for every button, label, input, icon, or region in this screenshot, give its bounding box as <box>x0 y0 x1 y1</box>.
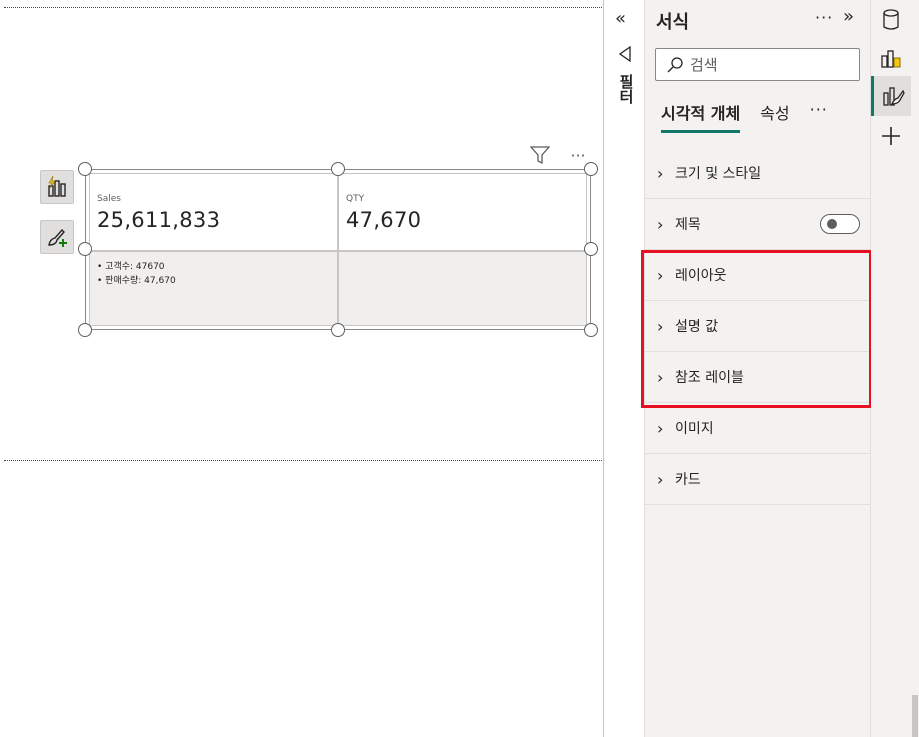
report-editor: ··· Sales 25,611,833 QTY 47,670 • 고객수: 4… <box>0 0 919 737</box>
format-tabs: 시각적 개체 속성 ··· <box>661 100 828 133</box>
filter-icon[interactable] <box>528 144 552 166</box>
resize-handle-bottom-right[interactable] <box>584 323 598 337</box>
resize-handle-top-right[interactable] <box>584 162 598 176</box>
section-callout-values[interactable]: › 설명 값 <box>645 301 870 352</box>
multi-row-card-visual[interactable]: Sales 25,611,833 QTY 47,670 • 고객수: 47670… <box>85 169 591 330</box>
resize-handle-left[interactable] <box>78 242 92 256</box>
card-cell-qty: QTY 47,670 <box>338 173 587 251</box>
search-input[interactable] <box>690 55 850 74</box>
page-boundary-top <box>4 7 602 8</box>
toggle-knob <box>827 219 837 229</box>
chevron-right-icon: › <box>657 469 664 489</box>
resize-handle-bottom-left[interactable] <box>78 323 92 337</box>
card-reference-area-empty <box>338 251 587 326</box>
brush-add-icon <box>48 228 67 247</box>
card-cell-sales: Sales 25,611,833 <box>89 173 338 251</box>
reference-label: • 고객수: 47670 <box>97 262 165 272</box>
resize-handle-top-left[interactable] <box>78 162 92 176</box>
reference-label: • 판매수량: 47,670 <box>97 276 176 286</box>
tab-general[interactable]: 속성 <box>760 100 789 130</box>
chevron-right-icon: › <box>657 163 664 183</box>
chevron-right-icon: › <box>657 214 664 234</box>
scrollbar[interactable] <box>911 0 919 737</box>
scrollbar-thumb[interactable] <box>912 695 918 737</box>
add-icon[interactable] <box>871 116 911 156</box>
page-boundary-bottom <box>4 460 602 461</box>
search-icon <box>667 56 683 72</box>
tab-visual[interactable]: 시각적 개체 <box>661 100 741 133</box>
section-image[interactable]: › 이미지 <box>645 403 870 454</box>
section-reference-labels[interactable]: › 참조 레이블 <box>645 352 870 403</box>
data-icon[interactable] <box>871 0 911 40</box>
card-label: QTY <box>346 194 365 204</box>
lightning-chart-icon <box>48 175 66 197</box>
format-visual-icon[interactable] <box>871 76 911 116</box>
section-label: 제목 <box>675 217 701 233</box>
pane-switcher <box>871 0 911 737</box>
format-pane: 서식 ··· » 시각적 개체 속성 ··· › 크기 및 스타일 › 제목 <box>645 0 871 737</box>
search-box[interactable] <box>655 48 860 81</box>
filter-icon <box>618 45 632 66</box>
chevron-right-icon: › <box>657 367 664 387</box>
card-grid: Sales 25,611,833 QTY 47,670 • 고객수: 47670… <box>89 173 587 326</box>
section-label: 크기 및 스타일 <box>675 166 762 182</box>
card-reference-area: • 고객수: 47670 • 판매수량: 47,670 <box>89 251 338 326</box>
tabs-more-icon[interactable]: ··· <box>810 100 828 119</box>
title-toggle[interactable] <box>820 214 860 234</box>
format-sections: › 크기 및 스타일 › 제목 › 레이아웃 › 설명 값 › 참조 레이블 › <box>645 148 870 505</box>
section-label: 레이아웃 <box>675 268 727 284</box>
filters-label[interactable]: 필터 <box>616 74 637 104</box>
report-canvas[interactable]: ··· Sales 25,611,833 QTY 47,670 • 고객수: 4… <box>0 0 604 737</box>
section-cards[interactable]: › 카드 <box>645 454 870 505</box>
expand-filters-icon[interactable]: « <box>615 8 626 29</box>
section-label: 참조 레이블 <box>675 370 744 386</box>
section-title[interactable]: › 제목 <box>645 199 870 250</box>
section-label: 설명 값 <box>675 319 719 335</box>
resize-handle-right[interactable] <box>584 242 598 256</box>
chevron-right-icon: › <box>657 418 664 438</box>
resize-handle-bottom[interactable] <box>331 323 345 337</box>
section-label: 카드 <box>675 472 701 488</box>
chevron-right-icon: › <box>657 265 664 285</box>
section-label: 이미지 <box>675 421 714 437</box>
pane-title: 서식 <box>656 12 690 33</box>
more-options-icon[interactable]: ··· <box>815 8 833 27</box>
section-size-style[interactable]: › 크기 및 스타일 <box>645 148 870 199</box>
section-layout[interactable]: › 레이아웃 <box>645 250 870 301</box>
chevron-right-icon: › <box>657 316 664 336</box>
build-visual-icon[interactable] <box>871 38 911 78</box>
card-value: 25,611,833 <box>97 208 221 232</box>
card-label: Sales <box>97 194 121 204</box>
collapse-pane-icon[interactable]: » <box>843 6 854 27</box>
quick-insights-button[interactable] <box>40 170 74 204</box>
filters-pane-collapsed[interactable]: « 필터 <box>604 0 645 737</box>
resize-handle-top[interactable] <box>331 162 345 176</box>
visual-header: ··· <box>528 144 590 166</box>
format-painter-button[interactable] <box>40 220 74 254</box>
card-value: 47,670 <box>346 208 422 232</box>
